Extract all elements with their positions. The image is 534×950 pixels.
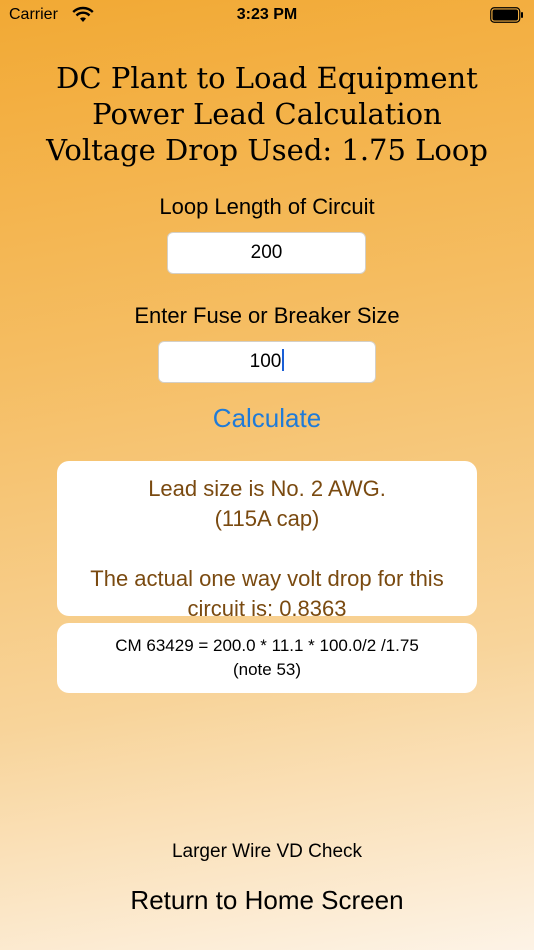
battery-icon bbox=[490, 7, 523, 23]
formula-text: CM 63429 = 200.0 * 11.1 * 100.0/2 /1.75 bbox=[115, 636, 419, 655]
result-capacity: (115A cap) bbox=[214, 506, 320, 531]
loop-length-value: 200 bbox=[250, 242, 283, 263]
title-line-1: DC Plant to Load Equipment bbox=[56, 61, 478, 95]
result-spacer bbox=[57, 534, 477, 564]
fuse-size-value: 100 bbox=[249, 351, 282, 372]
formula-note: (note 53) bbox=[232, 660, 302, 679]
fuse-size-label: Enter Fuse or Breaker Size bbox=[134, 303, 400, 328]
formula-card: CM 63429 = 200.0 * 11.1 * 100.0/2 /1.75 … bbox=[57, 623, 477, 693]
larger-wire-vd-check-button[interactable]: Larger Wire VD Check bbox=[0, 841, 534, 863]
page-title: DC Plant to Load Equipment Power Lead Ca… bbox=[0, 60, 534, 168]
title-line-3: Voltage Drop Used: 1.75 Loop bbox=[46, 133, 488, 167]
fuse-size-input[interactable]: 100 bbox=[158, 341, 376, 383]
status-bar: Carrier 3:23 PM bbox=[0, 0, 534, 32]
return-home-button[interactable]: Return to Home Screen bbox=[0, 885, 534, 916]
result-volt-drop-line-1: The actual one way volt drop for this bbox=[90, 566, 444, 591]
loop-length-input[interactable]: 200 bbox=[167, 232, 366, 274]
result-lead-size: Lead size is No. 2 AWG. bbox=[148, 476, 386, 501]
calculate-button[interactable]: Calculate bbox=[0, 403, 534, 434]
status-time: 3:23 PM bbox=[236, 6, 298, 23]
result-volt-drop-line-2: circuit is: 0.8363 bbox=[187, 596, 347, 621]
result-card: Lead size is No. 2 AWG. (115A cap) The a… bbox=[57, 461, 477, 621]
text-cursor bbox=[282, 349, 285, 371]
title-line-2: Power Lead Calculation bbox=[92, 97, 442, 131]
loop-length-label: Loop Length of Circuit bbox=[159, 194, 375, 219]
